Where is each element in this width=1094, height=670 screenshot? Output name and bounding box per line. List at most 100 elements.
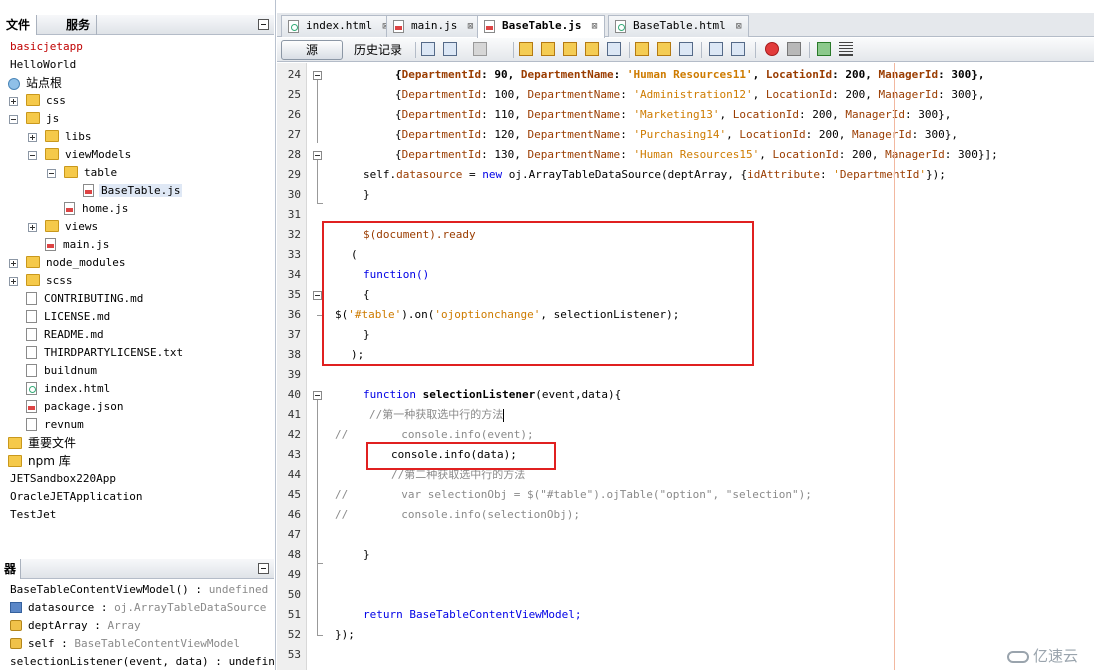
toggle-bookmark-icon[interactable] (679, 42, 693, 56)
tree-item[interactable]: home.js (64, 200, 130, 218)
fold-icon[interactable] (313, 291, 322, 300)
folder-icon (26, 94, 40, 106)
text-file-icon (26, 363, 37, 377)
code-text: // var selectionObj = $("#table").ojTabl… (335, 488, 812, 501)
expand-icon[interactable] (28, 223, 37, 232)
collapse-icon[interactable] (47, 169, 56, 178)
previous-bookmark-icon[interactable] (635, 42, 649, 56)
line-number: 45 (287, 488, 301, 501)
tab-services[interactable]: 服务 (60, 15, 98, 35)
tree-item[interactable]: JETSandbox220App (8, 470, 118, 488)
tree-item[interactable]: css (26, 92, 68, 110)
tree-item[interactable]: 重要文件 (8, 434, 78, 452)
tab-basetable-js[interactable]: BaseTable.js ⊠ (477, 15, 605, 38)
shift-left-icon[interactable] (709, 42, 723, 56)
forward-icon[interactable] (473, 42, 487, 56)
shift-right-icon[interactable] (731, 42, 745, 56)
tab-label: BaseTable.js (502, 19, 582, 32)
tree-item[interactable]: OracleJETApplication (8, 488, 144, 506)
expand-icon[interactable] (28, 133, 37, 142)
last-edit-icon[interactable] (421, 42, 435, 56)
tree-item-selected[interactable]: BaseTable.js (83, 182, 183, 200)
code-text: self.datasource = new oj.ArrayTableDataS… (363, 168, 946, 181)
tree-item[interactable]: node_modules (26, 254, 127, 272)
uncomment-icon[interactable] (839, 42, 853, 56)
js-file-icon (484, 20, 495, 33)
tree-item[interactable]: HelloWorld (8, 56, 78, 74)
minimize-icon[interactable] (258, 19, 269, 30)
code-line-40: function selectionListener(event,data){ (363, 385, 621, 405)
tree-item-label: npm 库 (28, 454, 71, 468)
code-editor[interactable]: {DepartmentId: 90, DepartmentName: 'Huma… (329, 63, 1094, 670)
highlight-box-console-info (366, 442, 556, 470)
tree-item[interactable]: basicjetapp (8, 38, 85, 56)
tree-item[interactable]: viewModels (45, 146, 133, 164)
expand-icon[interactable] (9, 97, 18, 106)
tree-item[interactable]: package.json (26, 398, 125, 416)
close-icon[interactable]: ⊠ (736, 21, 742, 32)
tree-item[interactable]: buildnum (26, 362, 99, 380)
toolbar-separator (629, 42, 630, 58)
history-button[interactable]: 历史记录 (343, 40, 413, 60)
tree-item[interactable]: TestJet (8, 506, 58, 524)
source-button[interactable]: 源 (281, 40, 343, 60)
expand-icon[interactable] (9, 277, 18, 286)
next-bookmark-icon[interactable] (657, 42, 671, 56)
highlight-icon[interactable] (585, 42, 599, 56)
tab-files[interactable]: 文件 (0, 15, 38, 35)
tree-item[interactable]: main.js (45, 236, 111, 254)
code-text: {DepartmentId: 90, DepartmentName: 'Huma… (395, 68, 985, 81)
tree-item[interactable]: README.md (26, 326, 106, 344)
code-text: return BaseTableContentViewModel; (363, 608, 582, 621)
tree-item-label: revnum (44, 418, 84, 431)
line-number: 24 (287, 68, 301, 81)
tab-main-js[interactable]: main.js ⊠ (386, 15, 481, 37)
collapse-icon[interactable] (9, 115, 18, 124)
expand-icon[interactable] (9, 259, 18, 268)
tree-item[interactable]: views (45, 218, 100, 236)
navigator-item[interactable]: BaseTableContentViewModel() : undefined (10, 581, 268, 599)
tree-item[interactable]: libs (45, 128, 94, 146)
tab-navigator[interactable]: 器 (0, 559, 22, 579)
fold-icon[interactable] (313, 391, 322, 400)
tree-item[interactable]: index.html (26, 380, 112, 398)
tree-item[interactable]: THIRDPARTYLICENSE.txt (26, 344, 185, 362)
navigator-item[interactable]: datasource : oj.ArrayTableDataSource (10, 599, 266, 617)
tree-item-label: CONTRIBUTING.md (44, 292, 144, 305)
tab-index-html[interactable]: index.html⊠ (281, 15, 396, 37)
tree-item[interactable]: 站点根 (8, 74, 64, 92)
find-previous-icon[interactable] (519, 42, 533, 56)
tree-item[interactable]: revnum (26, 416, 86, 434)
comment-icon[interactable] (817, 42, 831, 56)
find-next-icon[interactable] (541, 42, 555, 56)
line-number: 38 (287, 348, 301, 361)
js-file-icon (83, 183, 94, 197)
tree-item[interactable]: js (26, 110, 61, 128)
tab-basetable-html[interactable]: BaseTable.html ⊠ (608, 15, 749, 37)
tree-item[interactable]: npm 库 (8, 452, 73, 470)
toggle-selection-icon[interactable] (607, 42, 621, 56)
tree-item-label: LICENSE.md (44, 310, 111, 323)
find-selection-icon[interactable] (563, 42, 577, 56)
record-macro-icon[interactable] (765, 42, 779, 56)
fold-icon[interactable] (313, 151, 322, 160)
back-icon[interactable] (443, 42, 457, 56)
tree-item[interactable]: scss (26, 272, 75, 290)
npm-icon (8, 455, 22, 467)
close-icon[interactable]: ⊠ (591, 21, 597, 32)
navigator-item[interactable]: self : BaseTableContentViewModel (10, 635, 240, 653)
code-text: // console.info(event); (335, 428, 534, 441)
watermark-text: 亿速云 (1032, 647, 1078, 665)
navigator-item[interactable]: selectionListener(event, data) : undefin… (10, 653, 274, 670)
minimize-icon[interactable] (258, 563, 269, 574)
tree-item[interactable]: CONTRIBUTING.md (26, 290, 145, 308)
fold-icon[interactable] (313, 71, 322, 80)
text-file-icon (26, 327, 37, 341)
line-number: 32 (287, 228, 301, 241)
collapse-icon[interactable] (28, 151, 37, 160)
close-icon[interactable]: ⊠ (467, 21, 473, 32)
navigator-item[interactable]: deptArray : Array (10, 617, 141, 635)
tree-item[interactable]: LICENSE.md (26, 308, 112, 326)
stop-macro-icon[interactable] (787, 42, 801, 56)
tree-item[interactable]: table (64, 164, 119, 182)
